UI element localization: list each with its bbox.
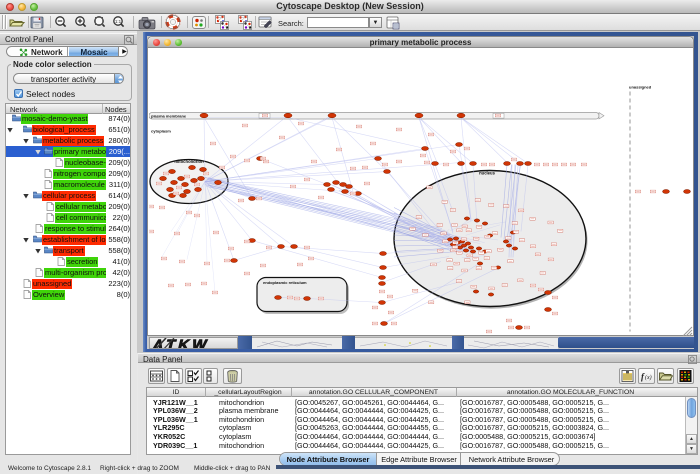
svg-text:nucleus: nucleus (479, 170, 495, 175)
svg-text:plasma membrane: plasma membrane (151, 113, 187, 118)
svg-text:endoplasmic reticulum: endoplasmic reticulum (263, 280, 307, 285)
svg-text:mitochondrion: mitochondrion (174, 159, 204, 164)
svg-text:cytoplasm: cytoplasm (151, 128, 171, 133)
svg-text:(x): (x) (645, 374, 652, 381)
svg-text:1:1: 1:1 (115, 19, 122, 24)
svg-text:unassigned: unassigned (629, 84, 652, 89)
